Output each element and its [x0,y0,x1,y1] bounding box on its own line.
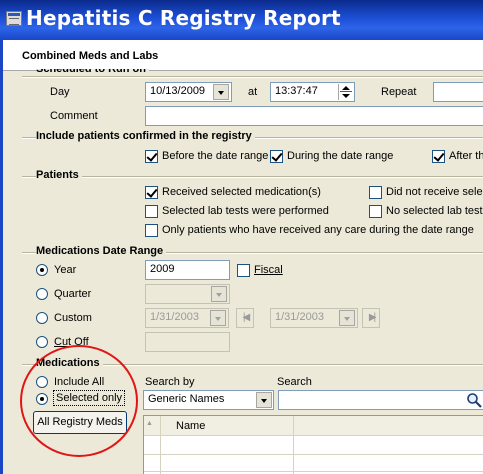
spin-down-icon[interactable] [342,94,350,98]
search-by-chevron-down-icon[interactable] [256,392,272,408]
after-range-label[interactable]: After th [449,150,483,162]
grid-column-divider [293,416,294,474]
spinner-divider [340,91,352,92]
time-spinner[interactable] [338,84,353,100]
cutoff-field[interactable] [145,332,230,352]
date-range-group-label: Medications Date Range [36,245,167,257]
patients-group-border [22,176,483,178]
spin-up-icon[interactable] [342,86,350,90]
search-by-dropdown[interactable]: Generic Names [143,390,274,410]
sort-asc-icon: ▲ [146,420,153,427]
report-type-title: Combined Meds and Labs [22,50,159,62]
include-all-label[interactable]: Include All [54,376,104,388]
schedule-group-label: Scheduled to Run on [36,69,149,75]
year-label[interactable]: Year [54,264,76,276]
fiscal-checkbox[interactable] [237,264,250,277]
confirmed-group-label: Include patients confirmed in the regist… [36,130,255,142]
selected-only-radio[interactable] [36,393,48,405]
not-received-checkbox[interactable] [369,186,382,199]
no-labs-checkbox[interactable] [369,205,382,218]
before-range-label[interactable]: Before the date range [162,150,268,162]
first-period-icon[interactable]: |◀ [236,308,254,328]
grid-column-name[interactable]: Name [176,420,205,432]
comment-label: Comment [50,110,98,122]
only-care-label[interactable]: Only patients who have received any care… [162,224,474,236]
include-all-radio[interactable] [36,376,48,388]
search-label: Search [277,376,312,388]
search-by-label: Search by [145,376,195,388]
grid-row-indicator-divider [160,416,161,474]
search-by-value: Generic Names [148,393,225,405]
selected-only-label[interactable]: Selected only [53,390,126,406]
window-title: Hepatitis C Registry Report [26,6,341,30]
custom-end-chevron-down-icon[interactable] [339,310,355,326]
all-registry-meds-label: All Registry Meds [37,416,123,428]
cutoff-radio[interactable] [36,336,48,348]
after-range-checkbox[interactable] [432,150,445,163]
quarter-label[interactable]: Quarter [54,288,91,300]
cutoff-label[interactable]: Cut Off [54,336,89,348]
all-registry-meds-button[interactable]: All Registry Meds [33,411,127,434]
patients-group-label: Patients [36,169,82,181]
at-label: at [248,86,258,98]
app-icon [6,11,22,26]
year-field[interactable]: 2009 [145,260,230,280]
day-date-value: 10/13/2009 [150,85,206,97]
comment-field[interactable] [145,106,483,126]
during-range-label[interactable]: During the date range [287,150,393,162]
custom-end-value: 1/31/2003 [275,311,324,323]
year-value: 2009 [150,263,175,275]
grid-row-line-2 [144,471,483,472]
custom-label[interactable]: Custom [54,312,92,324]
received-meds-label[interactable]: Received selected medication(s) [162,186,321,198]
before-range-checkbox[interactable] [145,150,158,163]
quarter-chevron-down-icon[interactable] [211,286,227,302]
quarter-radio[interactable] [36,288,48,300]
schedule-group-border [22,76,483,78]
not-received-label[interactable]: Did not receive selec [386,186,483,198]
year-radio[interactable] [36,264,48,276]
day-label: Day [50,86,70,98]
search-input[interactable] [278,390,483,410]
custom-start-value: 1/31/2003 [150,311,199,323]
fiscal-label[interactable]: Fiscal [254,264,283,276]
repeat-field[interactable] [433,82,483,102]
last-period-icon[interactable]: ▶| [362,308,380,328]
custom-start-chevron-down-icon[interactable] [210,310,226,326]
received-meds-checkbox[interactable] [145,186,158,199]
time-value: 13:37:47 [275,85,318,97]
grid-row-line-1 [144,454,483,455]
during-range-checkbox[interactable] [270,150,283,163]
no-labs-label[interactable]: No selected lab tests [386,205,483,217]
only-care-checkbox[interactable] [145,224,158,237]
custom-radio[interactable] [36,312,48,324]
medications-group-label: Medications [36,357,103,369]
magnifier-icon[interactable] [466,392,483,408]
repeat-label: Repeat [381,86,417,98]
labs-performed-label[interactable]: Selected lab tests were performed [162,205,329,217]
labs-performed-checkbox[interactable] [145,205,158,218]
chevron-down-icon[interactable] [213,84,229,100]
